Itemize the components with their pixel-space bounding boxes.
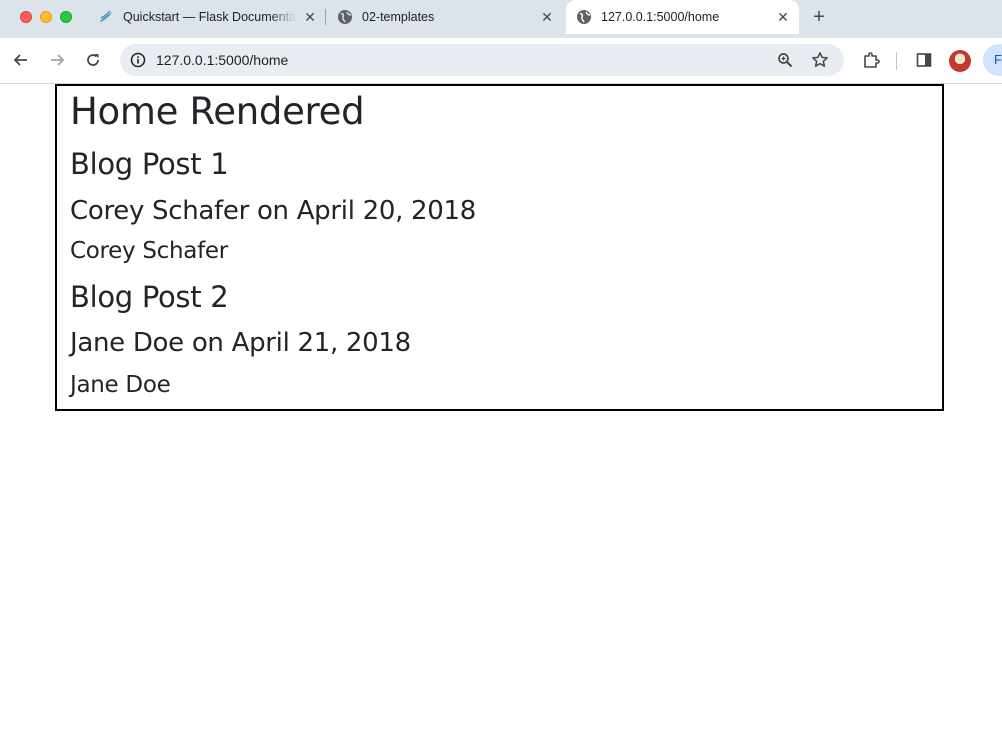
address-url[interactable]: 127.0.0.1:5000/home	[156, 52, 288, 68]
flask-icon	[98, 9, 114, 25]
toolbar-divider	[896, 52, 897, 70]
post-author: Corey Schafer	[70, 238, 228, 264]
extensions-puzzle-icon[interactable]	[861, 50, 881, 70]
minimize-window-button[interactable]	[40, 11, 52, 23]
close-tab-icon[interactable]: ✕	[302, 9, 318, 25]
forward-button[interactable]	[47, 50, 67, 70]
globe-icon	[576, 9, 592, 25]
close-tab-icon[interactable]: ✕	[775, 9, 791, 25]
globe-icon	[337, 9, 353, 25]
tab-title: 127.0.0.1:5000/home	[601, 10, 720, 24]
tab-flask-quickstart[interactable]: Quickstart — Flask Documentation ✕	[98, 0, 318, 34]
back-button[interactable]	[11, 50, 31, 70]
zoom-icon[interactable]	[776, 51, 794, 69]
post-author: Jane Doe	[70, 372, 171, 398]
tab-title: Quickstart — Flask Documentation	[123, 10, 296, 24]
address-bar[interactable]: 127.0.0.1:5000/home	[120, 44, 844, 76]
bookmark-star-icon[interactable]	[810, 50, 830, 70]
reload-button[interactable]	[83, 50, 103, 70]
page-viewport: Home Rendered Blog Post 1 Corey Schafer …	[0, 84, 1002, 754]
arrow-right-icon	[51, 54, 65, 66]
arrow-left-icon	[13, 54, 27, 66]
reload-icon	[87, 54, 99, 66]
zoom-window-button[interactable]	[60, 11, 72, 23]
side-panel-icon[interactable]	[914, 50, 934, 70]
tab-home-active[interactable]: 127.0.0.1:5000/home ✕	[566, 0, 799, 34]
content-container: Home Rendered Blog Post 1 Corey Schafer …	[55, 84, 944, 411]
tab-strip: Quickstart — Flask Documentation ✕ 02-te…	[0, 0, 1002, 38]
close-window-button[interactable]	[20, 11, 32, 23]
post-meta: Corey Schafer on April 20, 2018	[70, 196, 476, 226]
tab-02-templates[interactable]: 02-templates ✕	[337, 0, 555, 34]
page-title: Home Rendered	[70, 90, 365, 133]
post-title: Blog Post 1	[70, 147, 229, 181]
avatar[interactable]	[949, 50, 971, 72]
site-info-icon[interactable]	[128, 50, 148, 70]
post-title: Blog Post 2	[70, 280, 229, 314]
close-tab-icon[interactable]: ✕	[539, 9, 555, 25]
profile-button[interactable]: F	[983, 44, 1002, 76]
tab-title: 02-templates	[362, 10, 435, 24]
browser-toolbar: 127.0.0.1:5000/home F	[0, 38, 1002, 84]
post-meta: Jane Doe on April 21, 2018	[70, 328, 411, 358]
new-tab-button[interactable]: +	[810, 7, 828, 27]
tab-separator	[325, 9, 326, 25]
